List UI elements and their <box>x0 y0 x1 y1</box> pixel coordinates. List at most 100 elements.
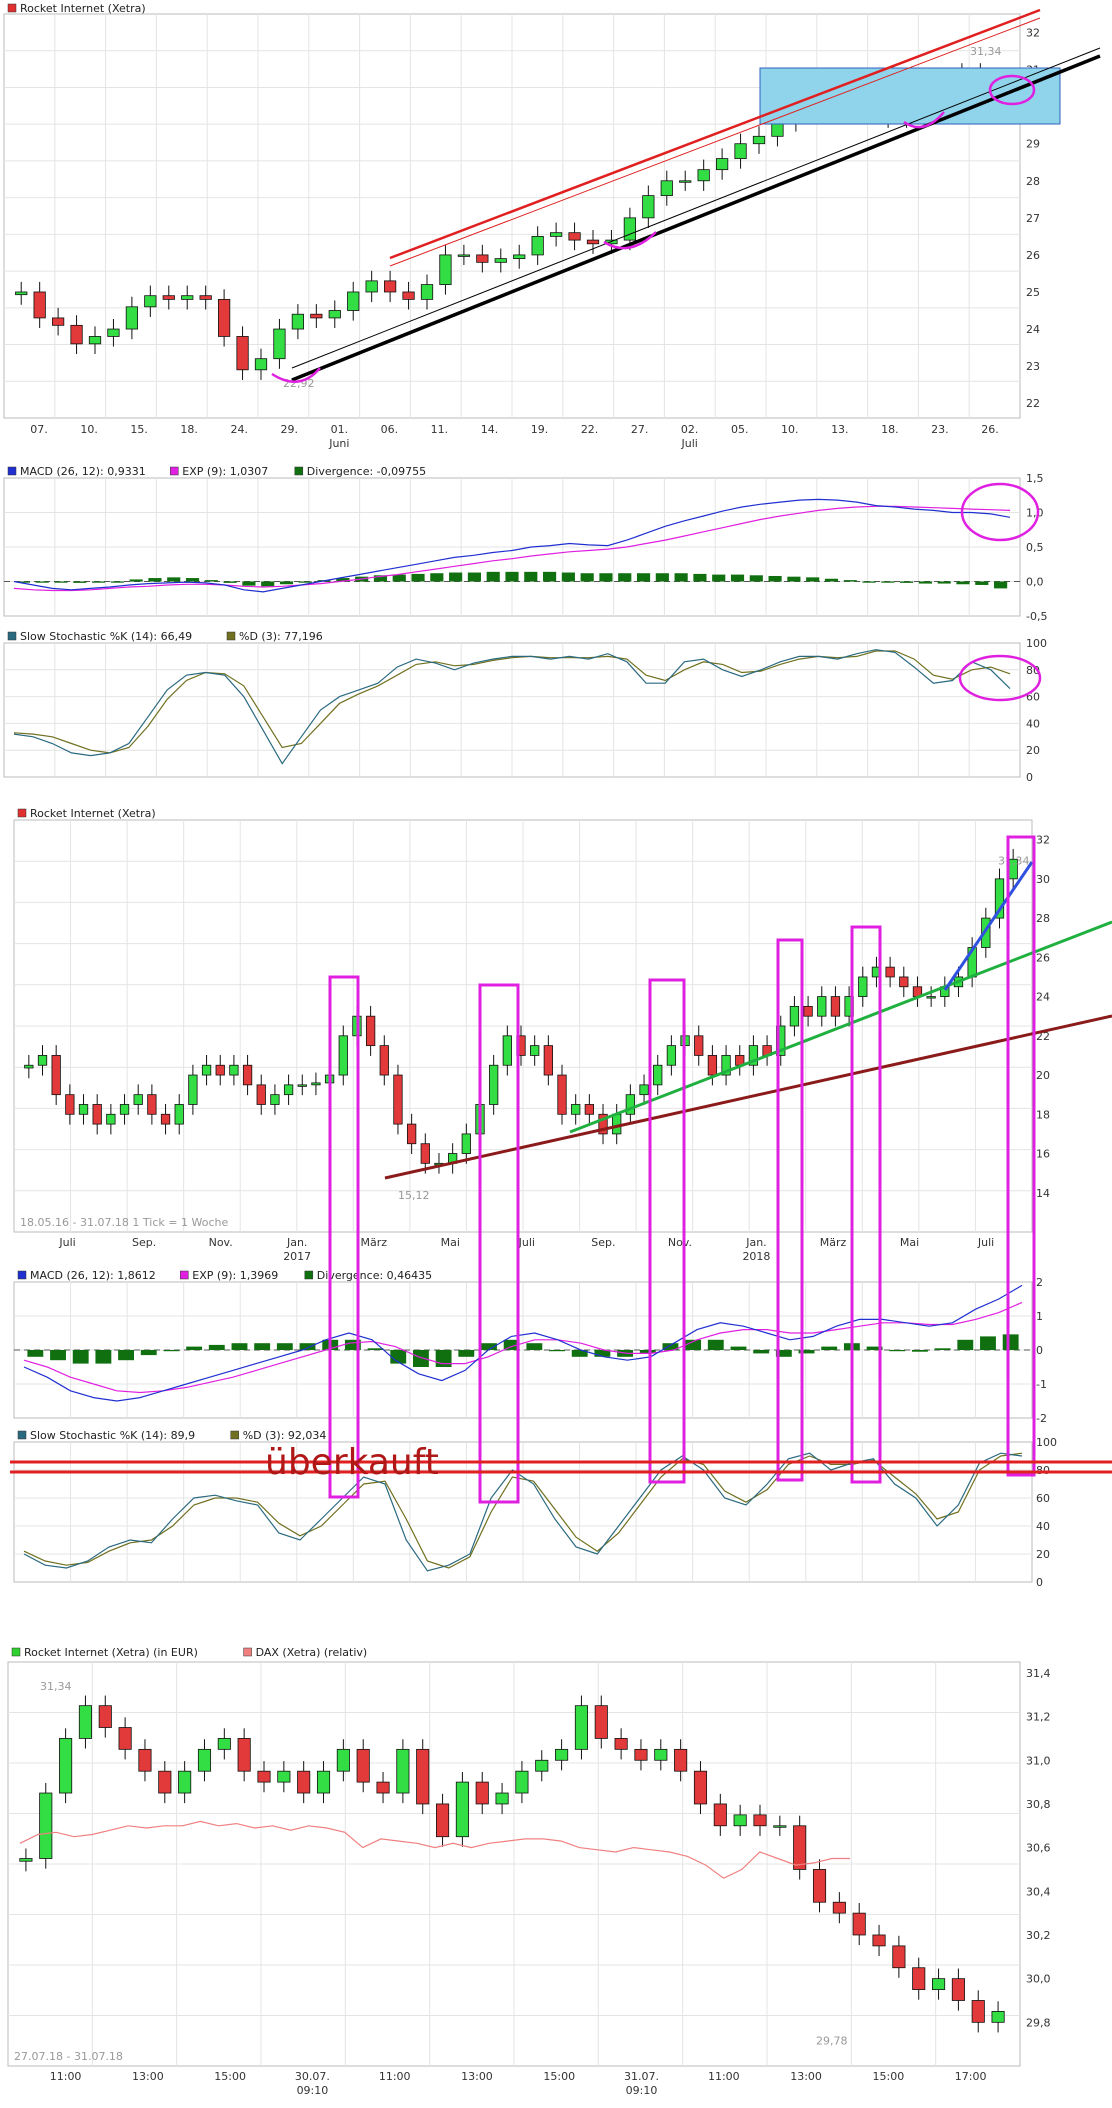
c1-x-tick-4: 24. <box>230 423 248 436</box>
c1-candle-body <box>144 295 157 308</box>
c1_stoch-y-tick-4: 20 <box>1026 744 1040 757</box>
c2-x-tick-3: Jan. <box>286 1236 307 1249</box>
c2_macd-divergence-bar <box>27 1350 44 1357</box>
c1-x-tick-15: 10. <box>781 423 799 436</box>
c2_macd-divergence-bar <box>730 1346 747 1350</box>
c3-candle-body <box>594 1705 608 1739</box>
c1-y-tick-9: 23 <box>1026 360 1040 373</box>
c3-candle-body <box>793 1825 807 1870</box>
c3-candle-body <box>237 1738 251 1772</box>
c1-x-tick-17: 18. <box>881 423 899 436</box>
c2-candle-body <box>830 996 841 1017</box>
c2_macd-divergence-bar <box>957 1339 974 1350</box>
c2-candle-body <box>707 1055 718 1076</box>
c3-candle-body <box>39 1792 53 1859</box>
c2-y-tick-0: 32 <box>1036 834 1050 847</box>
c2_stoch-legend-swatch-0 <box>17 1430 27 1440</box>
c1-candle-body <box>383 280 397 293</box>
c1-y-tick-0: 32 <box>1026 27 1040 40</box>
c2_macd-divergence-bar <box>934 1348 951 1350</box>
c1-candle-body <box>162 295 175 300</box>
c1-y-tick-4: 28 <box>1026 175 1040 188</box>
c1-candle-body <box>420 284 434 300</box>
c1-x-tick-10: 19. <box>531 423 549 436</box>
c2_macd-y-tick-4: -2 <box>1036 1412 1047 1425</box>
c3-candle-body <box>217 1738 231 1750</box>
c2-candle-body <box>393 1074 403 1125</box>
c3-candle-body <box>753 1814 767 1827</box>
c2-candle-body <box>229 1064 239 1076</box>
c2-y-tick-6: 20 <box>1036 1069 1050 1082</box>
c3-candle-body <box>674 1748 688 1772</box>
c2-y-tick-1: 30 <box>1036 873 1050 886</box>
c3-candle-body <box>376 1781 390 1794</box>
c2-candle-body <box>174 1104 184 1125</box>
c3-candle-body <box>19 1858 33 1862</box>
c2-x-tick-4: März <box>360 1236 387 1249</box>
c1_macd-divergence-bar <box>712 574 726 582</box>
c2-candle-body <box>420 1143 430 1164</box>
c1-candle-body <box>291 313 305 330</box>
c2-candle-body <box>160 1113 171 1125</box>
c1-candle-body <box>476 254 489 263</box>
c2_macd-divergence-bar <box>753 1350 770 1354</box>
c1-candle-body <box>679 180 692 183</box>
c1-x-subtick-0: Juni <box>328 437 349 450</box>
c1_macd-y-tick-3: 0,0 <box>1026 576 1044 589</box>
c1-x-tick-1: 10. <box>80 423 98 436</box>
c2-candle-body <box>885 966 895 978</box>
c1-candle-body <box>642 195 655 219</box>
c3-x-tick-8: 11:00 <box>708 2070 740 2083</box>
c2-candle-body <box>133 1094 143 1105</box>
c3-x-tick-6: 15:00 <box>543 2070 575 2083</box>
c1_macd-divergence-bar <box>185 578 200 582</box>
c2-footer: 18.05.16 - 31.07.18 1 Tick = 1 Woche <box>20 1216 228 1229</box>
c1-candle-body <box>88 336 102 345</box>
c3-candle-body <box>396 1748 410 1794</box>
c3-candle-body <box>812 1869 827 1903</box>
c1-x-tick-3: 18. <box>180 423 198 436</box>
c1_macd-legend-label-0: MACD (26, 12): 0,9331 <box>20 465 146 478</box>
c1_macd-divergence-bar <box>843 580 857 582</box>
c2-x-subtick-0: 2017 <box>283 1250 311 1263</box>
c1-x-tick-11: 22. <box>581 423 599 436</box>
c1-candle-body <box>752 135 766 145</box>
c3-legend-swatch-0 <box>11 1647 21 1657</box>
panel-daily-stochastic: Slow Stochastic %K (14): 66,49 %D (3): 77… <box>3 630 1047 784</box>
c2-candle-body <box>803 1005 813 1017</box>
c2_stoch-y-tick-3: 40 <box>1036 1520 1050 1533</box>
c1-x-tick-18: 23. <box>931 423 949 436</box>
c1-x-tick-13: 02. <box>681 423 699 436</box>
c2_macd-divergence-bar <box>276 1343 293 1350</box>
c2-y-tick-9: 14 <box>1036 1187 1050 1200</box>
c3-x-tick-7: 31.07. <box>624 2070 659 2083</box>
c1-candle-body <box>365 280 378 293</box>
c1_macd-divergence-bar <box>505 571 519 582</box>
c1_macd-divergence-bar <box>148 578 162 582</box>
c2-low-label: 15,12 <box>398 1189 430 1202</box>
c1-candle-body <box>217 298 231 337</box>
c1_macd-divergence-bar <box>862 581 876 583</box>
c1_macd-divergence-bar <box>543 571 557 582</box>
c3-candle-body <box>118 1727 132 1750</box>
c3-candle-body <box>197 1748 212 1772</box>
c1_stoch-legend-swatch-0 <box>7 631 17 641</box>
c2-candle-body <box>297 1084 307 1087</box>
c1_stoch-legend-swatch-1 <box>226 631 236 641</box>
c2-candle-body <box>926 996 936 999</box>
c1-y-tick-5: 27 <box>1026 212 1040 225</box>
c1-candle-body <box>310 313 323 319</box>
c2-candle-body <box>666 1045 677 1066</box>
c2_macd-divergence-bar <box>707 1339 724 1350</box>
c2-candle-body <box>639 1084 649 1096</box>
c2-candle-body <box>789 1005 800 1027</box>
c1-candle-body <box>439 254 452 285</box>
c2_macd-divergence-bar <box>231 1343 248 1350</box>
c1_macd-divergence-bar <box>91 581 106 583</box>
c2-x-tick-0: Juli <box>58 1236 75 1249</box>
c1-candle-body <box>697 169 710 182</box>
c2-candle-body <box>571 1104 581 1115</box>
c1-candle-body <box>51 317 65 326</box>
c1_macd-divergence-bar <box>204 580 218 582</box>
c2-x-tick-1: Sep. <box>132 1236 156 1249</box>
